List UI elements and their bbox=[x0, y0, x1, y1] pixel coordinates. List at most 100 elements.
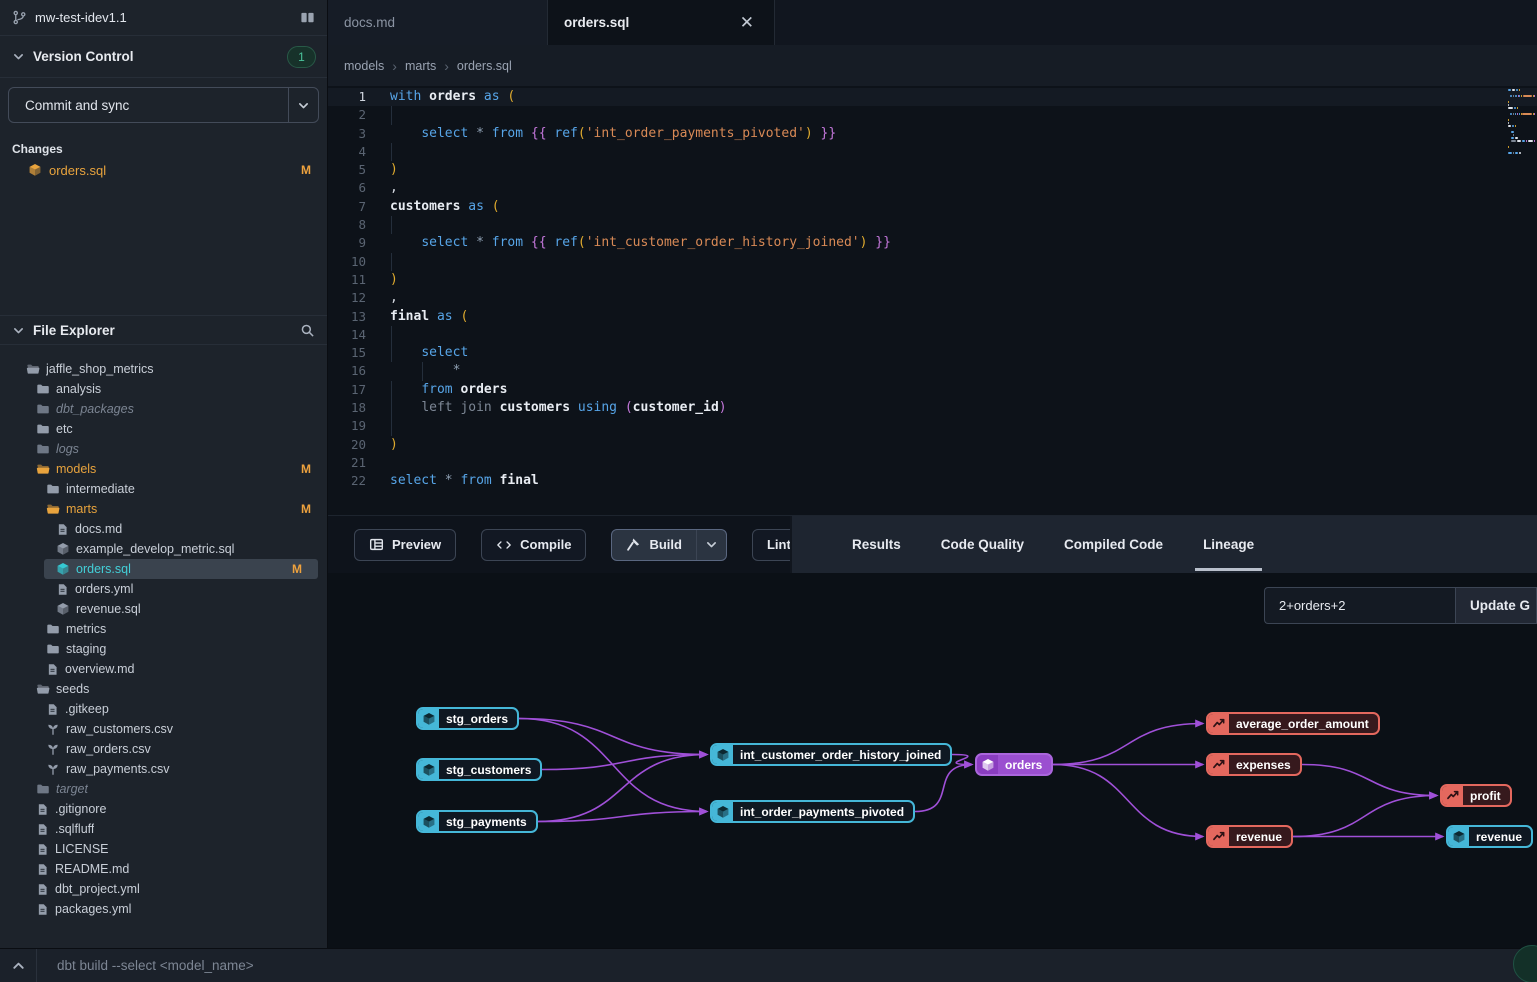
line-number: 8 bbox=[328, 216, 366, 234]
file-icon bbox=[36, 823, 49, 836]
tree-item--gitkeep[interactable]: .gitkeep bbox=[0, 699, 327, 719]
lineage-node-revenue_model[interactable]: revenue bbox=[1446, 825, 1533, 848]
lineage-node-revenue_metric[interactable]: revenue bbox=[1206, 825, 1293, 848]
code-line: 21 bbox=[328, 454, 1537, 472]
line-number: 12 bbox=[328, 289, 366, 307]
tree-item-orders-sql[interactable]: orders.sqlM bbox=[44, 559, 318, 579]
lineage-node-int_order_payments_pivoted[interactable]: int_order_payments_pivoted bbox=[710, 800, 915, 823]
tree-item-analysis[interactable]: analysis bbox=[0, 379, 327, 399]
tab-compiled-code[interactable]: Compiled Code bbox=[1050, 516, 1177, 573]
command-input[interactable] bbox=[37, 958, 1537, 973]
tree-item-logs[interactable]: logs bbox=[0, 439, 327, 459]
breadcrumb-item[interactable]: marts bbox=[405, 59, 436, 73]
tree-item--gitignore[interactable]: .gitignore bbox=[0, 799, 327, 819]
file-icon bbox=[56, 523, 69, 536]
close-tab-icon[interactable]: ✕ bbox=[736, 13, 758, 33]
code-icon bbox=[496, 538, 512, 552]
chevron-down-icon bbox=[12, 324, 25, 337]
tab-orders-sql[interactable]: orders.sql ✕ bbox=[548, 0, 775, 45]
tree-item-intermediate[interactable]: intermediate bbox=[0, 479, 327, 499]
tree-item-dbt-project-yml[interactable]: dbt_project.yml bbox=[0, 879, 327, 899]
commit-and-sync-button[interactable]: Commit and sync bbox=[8, 87, 319, 123]
build-button[interactable]: Build bbox=[611, 529, 727, 561]
preview-button[interactable]: Preview bbox=[354, 529, 456, 561]
tab-docs-md[interactable]: docs.md bbox=[328, 0, 548, 45]
lineage-node-stg_payments[interactable]: stg_payments bbox=[416, 810, 538, 833]
tree-item-overview-md[interactable]: overview.md bbox=[0, 659, 327, 679]
file-explorer-section-toggle[interactable]: File Explorer bbox=[0, 315, 327, 345]
result-panel-tabs: Results Code Quality Compiled Code Linea… bbox=[790, 516, 1537, 573]
lineage-node-average_order_amount[interactable]: average_order_amount bbox=[1206, 712, 1380, 735]
lineage-node-stg_customers[interactable]: stg_customers bbox=[416, 758, 542, 781]
seed-icon bbox=[46, 742, 60, 756]
tree-item-example-develop-metric-sql[interactable]: example_develop_metric.sql bbox=[0, 539, 327, 559]
breadcrumb-item[interactable]: orders.sql bbox=[457, 59, 512, 73]
lineage-graph[interactable]: stg_orders stg_customers stg_payments int_c… bbox=[328, 573, 1537, 948]
node-label: int_order_payments_pivoted bbox=[733, 802, 913, 821]
tab-lineage[interactable]: Lineage bbox=[1189, 516, 1268, 573]
lineage-node-stg_orders[interactable]: stg_orders bbox=[416, 707, 519, 730]
changed-file-orders-sql[interactable]: orders.sql M bbox=[0, 158, 327, 182]
tree-item-packages-yml[interactable]: packages.yml bbox=[0, 899, 327, 919]
tree-item-marts[interactable]: martsM bbox=[0, 499, 327, 519]
tree-item-raw-customers-csv[interactable]: raw_customers.csv bbox=[0, 719, 327, 739]
tree-item--sqlfluff[interactable]: .sqlfluff bbox=[0, 819, 327, 839]
tree-item-label: raw_customers.csv bbox=[66, 722, 173, 736]
tab-label: docs.md bbox=[344, 15, 531, 30]
tree-item-models[interactable]: modelsM bbox=[0, 459, 327, 479]
search-icon[interactable] bbox=[300, 323, 315, 338]
line-number: 16 bbox=[328, 362, 366, 380]
tab-code-quality[interactable]: Code Quality bbox=[927, 516, 1038, 573]
breadcrumb-item[interactable]: models bbox=[344, 59, 384, 73]
tree-item-label: target bbox=[56, 782, 88, 796]
breadcrumb: models › marts › orders.sql bbox=[328, 45, 1537, 86]
tree-item-jaffle-shop-metrics[interactable]: jaffle_shop_metrics bbox=[0, 359, 327, 379]
tree-item-metrics[interactable]: metrics bbox=[0, 619, 327, 639]
line-number: 2 bbox=[328, 106, 366, 124]
chevron-down-icon bbox=[297, 99, 310, 112]
tree-item-target[interactable]: target bbox=[0, 779, 327, 799]
tree-item-label: dbt_packages bbox=[56, 402, 134, 416]
code-line: 10 bbox=[328, 253, 1537, 271]
tree-item-label: marts bbox=[66, 502, 97, 516]
tree-item-staging[interactable]: staging bbox=[0, 639, 327, 659]
lineage-node-int_customer_order_history_joined[interactable]: int_customer_order_history_joined bbox=[710, 743, 952, 766]
tab-label: Code Quality bbox=[941, 537, 1024, 552]
version-control-section-toggle[interactable]: Version Control 1 bbox=[0, 36, 327, 78]
tree-item-etc[interactable]: etc bbox=[0, 419, 327, 439]
update-graph-button[interactable]: Update G bbox=[1455, 587, 1537, 624]
panels-toggle-icon[interactable] bbox=[300, 10, 315, 25]
file-icon bbox=[36, 903, 49, 916]
code-line: 5) bbox=[328, 161, 1537, 179]
tree-item-raw-orders-csv[interactable]: raw_orders.csv bbox=[0, 739, 327, 759]
commit-options-button[interactable] bbox=[288, 88, 318, 122]
tree-item-license[interactable]: LICENSE bbox=[0, 839, 327, 859]
lineage-node-expenses[interactable]: expenses bbox=[1206, 753, 1302, 776]
tree-item-docs-md[interactable]: docs.md bbox=[0, 519, 327, 539]
lineage-selector-input[interactable] bbox=[1264, 587, 1455, 624]
tree-item-label: docs.md bbox=[75, 522, 122, 536]
line-number: 4 bbox=[328, 143, 366, 161]
node-label: average_order_amount bbox=[1229, 714, 1378, 733]
lineage-node-profit[interactable]: profit bbox=[1440, 784, 1512, 807]
expand-command-bar-icon[interactable] bbox=[0, 958, 36, 973]
build-options-button[interactable] bbox=[696, 530, 726, 560]
lineage-node-orders[interactable]: orders bbox=[975, 753, 1053, 776]
code-line: 19 bbox=[328, 417, 1537, 435]
line-number: 18 bbox=[328, 399, 366, 417]
tree-item-label: packages.yml bbox=[55, 902, 131, 916]
code-editor[interactable]: 1with orders as (23 select * from {{ ref… bbox=[328, 86, 1537, 515]
tree-item-raw-payments-csv[interactable]: raw_payments.csv bbox=[0, 759, 327, 779]
tab-results[interactable]: Results bbox=[838, 516, 915, 573]
minimap[interactable] bbox=[1508, 89, 1535, 155]
tree-item-seeds[interactable]: seeds bbox=[0, 679, 327, 699]
tree-item-readme-md[interactable]: README.md bbox=[0, 859, 327, 879]
line-number: 22 bbox=[328, 472, 366, 490]
code-line: 15 select bbox=[328, 344, 1537, 362]
tree-item-orders-yml[interactable]: orders.yml bbox=[0, 579, 327, 599]
metric-chart-icon bbox=[1208, 714, 1229, 733]
compile-button[interactable]: Compile bbox=[481, 529, 586, 561]
metric-chart-icon bbox=[1442, 786, 1463, 805]
tree-item-revenue-sql[interactable]: revenue.sql bbox=[0, 599, 327, 619]
tree-item-dbt-packages[interactable]: dbt_packages bbox=[0, 399, 327, 419]
